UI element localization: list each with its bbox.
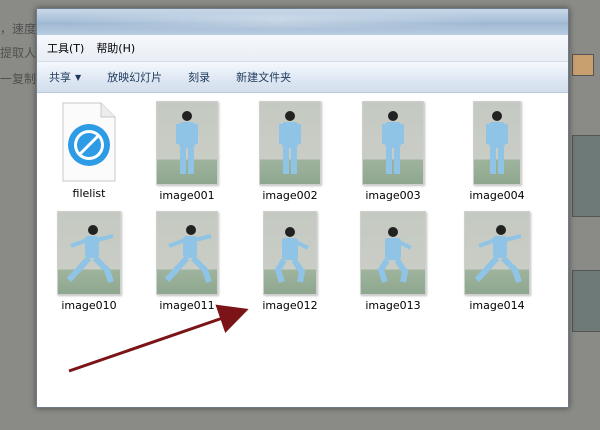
background-text: 一复制 [0, 72, 37, 86]
background-thumbnail [572, 135, 600, 217]
new-folder-label: 新建文件夹 [236, 71, 292, 84]
background-text: 提取人 [0, 46, 37, 60]
share-label: 共享 [49, 71, 71, 84]
background-button [572, 54, 594, 76]
background-thumbnail [572, 270, 600, 332]
burn-button[interactable]: 刻录 [188, 69, 210, 85]
title-bar[interactable] [37, 9, 568, 35]
slideshow-button[interactable]: 放映幻灯片 [107, 69, 162, 85]
chevron-down-icon: ▼ [75, 72, 82, 82]
burn-label: 刻录 [188, 71, 211, 84]
menu-help[interactable]: 帮助(H) [96, 40, 135, 56]
new-folder-button[interactable]: 新建文件夹 [236, 69, 291, 85]
annotation-arrow-icon [68, 304, 249, 373]
slideshow-label: 放映幻灯片 [107, 71, 163, 84]
background-text: ，速度 [0, 22, 37, 36]
file-list: filelist image001 image002 image003 imag… [37, 93, 568, 407]
menu-bar: 工具(T) 帮助(H) [37, 35, 568, 62]
toolbar: 共享 ▼ 放映幻灯片 刻录 新建文件夹 [37, 62, 568, 93]
share-button[interactable]: 共享 ▼ [49, 69, 81, 85]
explorer-window: 工具(T) 帮助(H) 共享 ▼ 放映幻灯片 刻录 新建文件夹 filelist… [36, 8, 569, 408]
menu-tools[interactable]: 工具(T) [47, 40, 84, 56]
